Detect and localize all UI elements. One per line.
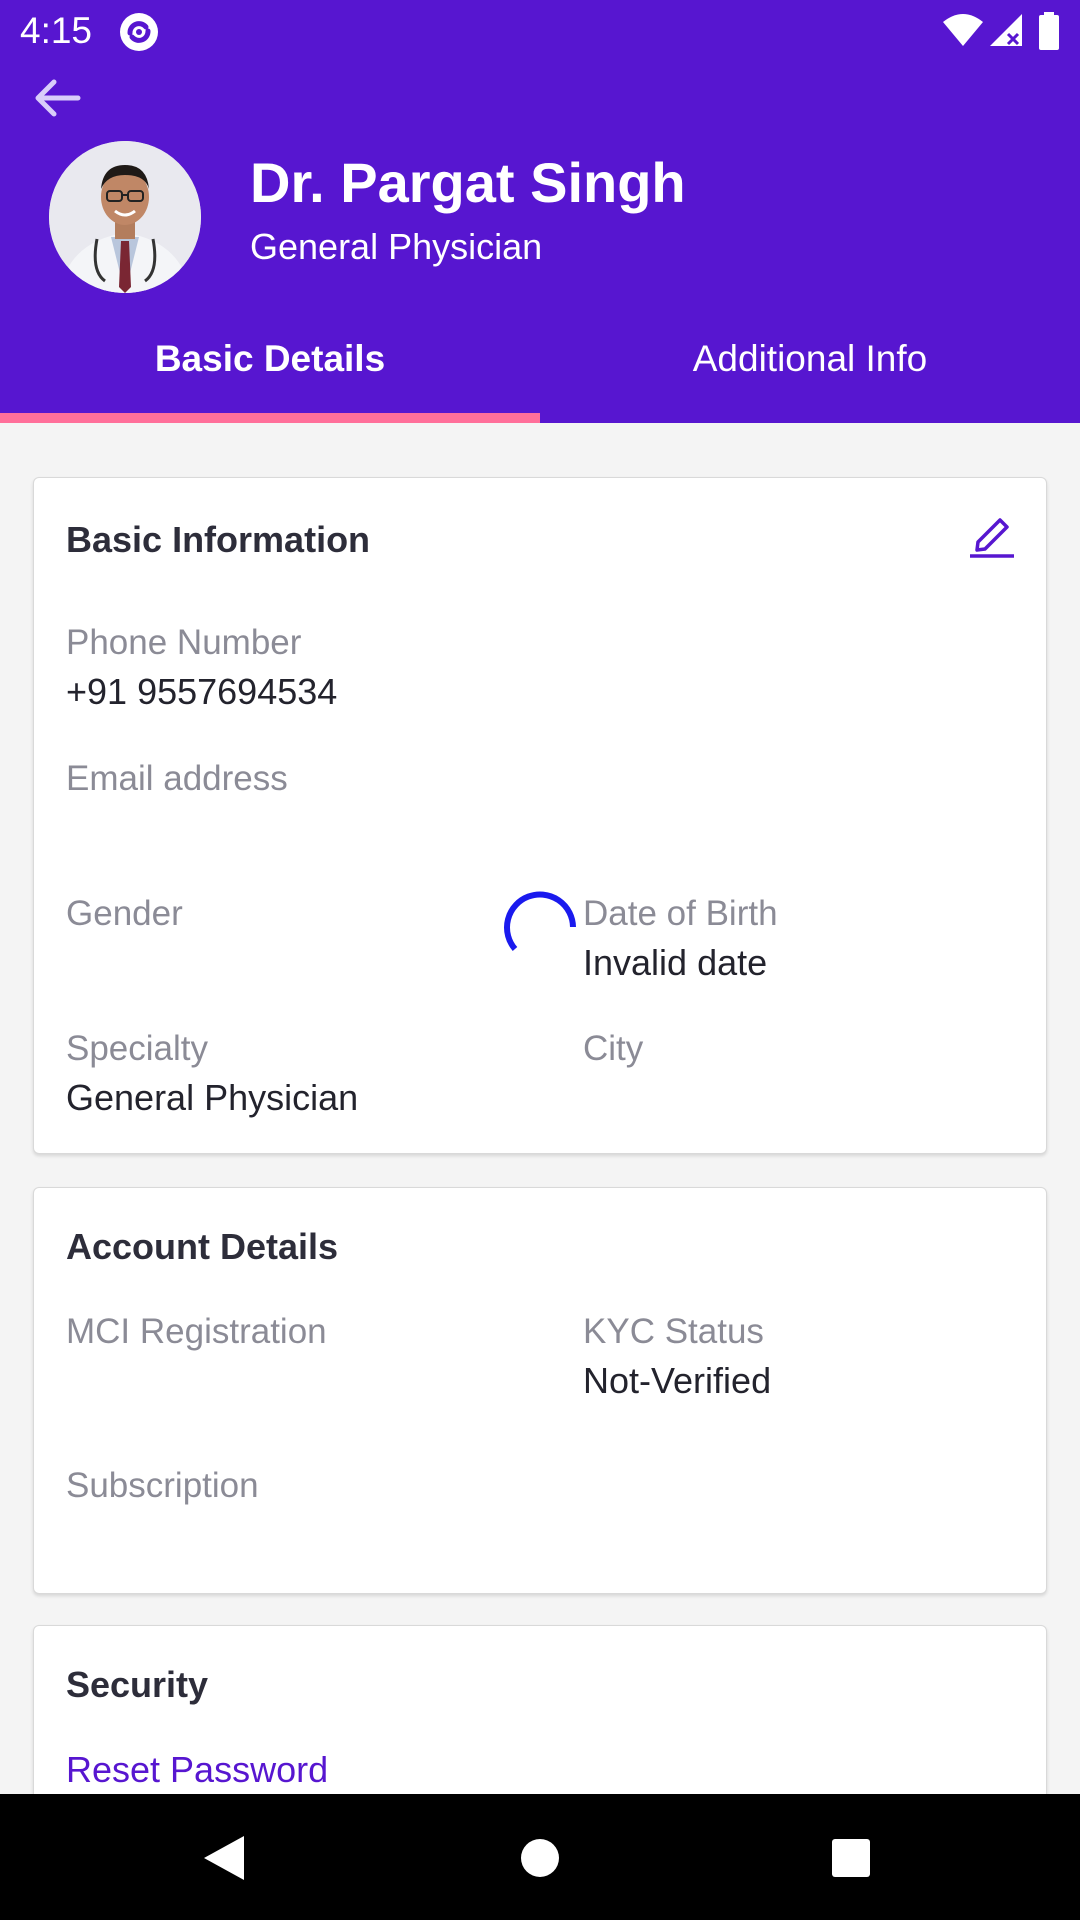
phone-value: +91 9557694534 bbox=[66, 671, 338, 712]
email-label: Email address bbox=[66, 759, 288, 798]
card-title: Security bbox=[66, 1664, 209, 1705]
nav-back-icon[interactable] bbox=[202, 1834, 246, 1882]
pencil-icon[interactable] bbox=[968, 508, 1018, 558]
profile-header: 4:15 Dr. Pargat Singh General Physician … bbox=[0, 0, 1080, 423]
status-bar: 4:15 bbox=[0, 0, 1080, 64]
card-title: Account Details bbox=[66, 1226, 339, 1267]
loading-spinner-icon bbox=[504, 891, 576, 951]
doctor-title: General Physician bbox=[250, 226, 543, 267]
wifi-icon bbox=[943, 14, 983, 46]
dob-value: Invalid date bbox=[583, 942, 768, 983]
tab-label: Basic Details bbox=[154, 338, 386, 379]
kyc-status-value: Not-Verified bbox=[583, 1360, 772, 1401]
account-details-card: Account Details MCI Registration KYC Sta… bbox=[33, 1187, 1047, 1594]
tab-additional-info[interactable]: Additional Info bbox=[540, 330, 1080, 423]
tab-indicator bbox=[0, 413, 540, 423]
subscription-label: Subscription bbox=[66, 1466, 259, 1505]
avatar bbox=[49, 141, 201, 293]
gender-label: Gender bbox=[66, 894, 183, 933]
nav-home-icon[interactable] bbox=[520, 1838, 560, 1878]
card-title: Basic Information bbox=[66, 519, 371, 560]
battery-icon bbox=[1039, 12, 1059, 50]
app-notification-icon bbox=[120, 13, 158, 51]
back-arrow-icon[interactable] bbox=[30, 74, 84, 122]
mci-registration-label: MCI Registration bbox=[66, 1312, 327, 1351]
basic-information-card: Basic Information Phone Number +91 95576… bbox=[33, 477, 1047, 1154]
specialty-value: General Physician bbox=[66, 1077, 359, 1118]
tab-basic-details[interactable]: Basic Details bbox=[0, 330, 540, 423]
city-label: City bbox=[583, 1029, 644, 1068]
dob-label: Date of Birth bbox=[583, 894, 778, 933]
nav-recents-icon[interactable] bbox=[831, 1838, 871, 1878]
specialty-label: Specialty bbox=[66, 1029, 209, 1068]
signal-icon bbox=[990, 14, 1022, 46]
kyc-status-label: KYC Status bbox=[583, 1312, 764, 1351]
status-time: 4:15 bbox=[20, 10, 93, 51]
reset-password-link[interactable]: Reset Password bbox=[66, 1749, 328, 1791]
phone-label: Phone Number bbox=[66, 623, 302, 662]
tab-label: Additional Info bbox=[692, 338, 928, 379]
doctor-photo bbox=[49, 141, 201, 293]
doctor-name: Dr. Pargat Singh bbox=[250, 151, 686, 214]
